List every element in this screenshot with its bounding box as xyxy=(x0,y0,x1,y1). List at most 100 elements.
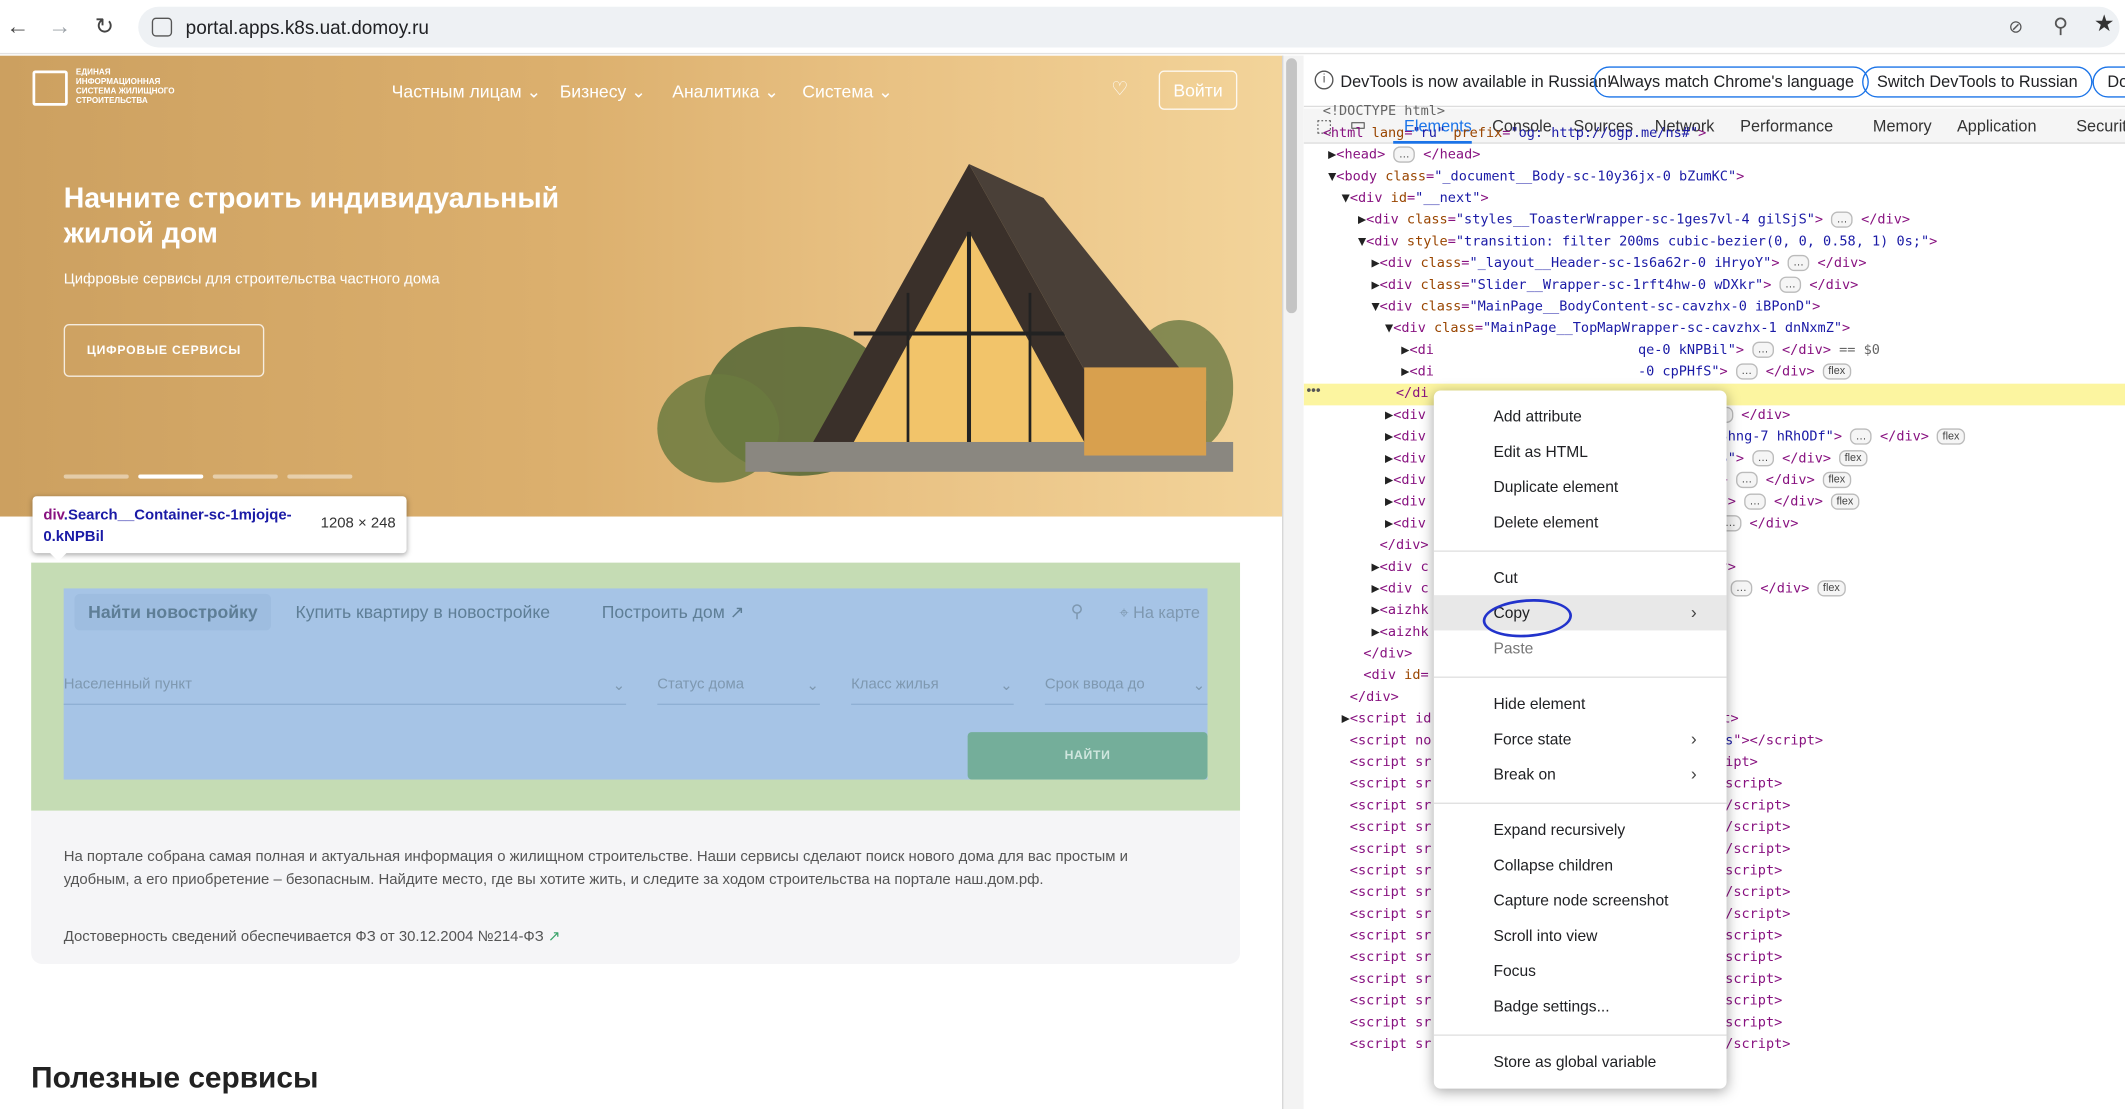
dom-node-row[interactable]: <html lang="ru" prefix="og: http://ogp.m… xyxy=(1304,123,2125,145)
info-text: На портале собрана самая полная и актуал… xyxy=(63,848,1128,889)
dom-node-row[interactable]: ▼<body class="_document__Body-sc-10y36jx… xyxy=(1304,167,2125,189)
dont-show-button[interactable]: Do xyxy=(2092,66,2125,98)
dom-node-row[interactable]: ▼<div class="MainPage__BodyContent-sc-ca… xyxy=(1304,297,2125,319)
filter-house-status[interactable]: Статус дома xyxy=(657,677,744,693)
slider-dot-active[interactable] xyxy=(138,474,204,479)
hero-banner: ЕДИНАЯ ИНФОРМАЦИОННАЯ СИСТЕМА ЖИЛИЩНОГО … xyxy=(0,55,1283,517)
info-icon: i xyxy=(1314,70,1334,90)
dom-node-row[interactable]: ▶<di -0 cpPHfS"> … </div> flex xyxy=(1304,362,2125,384)
menu-edit-as-html[interactable]: Edit as HTML xyxy=(1493,445,1587,461)
devtools-language-banner: i DevTools is now available in Russian! … xyxy=(1303,55,2125,108)
filter-housing-class[interactable]: Класс жилья xyxy=(851,677,939,693)
dom-node-row[interactable]: ▶<div class="Slider__Wrapper-sc-1rft4hw-… xyxy=(1304,275,2125,297)
chevron-right-icon: › xyxy=(1690,601,1697,623)
browser-toolbar: ← → ↻ portal.apps.k8s.uat.domoy.ru ⊘ ⚲ ★ xyxy=(0,0,2125,55)
page-scrollbar-thumb[interactable] xyxy=(1286,58,1297,314)
chevron-down-icon: ⌄ xyxy=(1192,677,1206,695)
menu-delete-element[interactable]: Delete element xyxy=(1493,515,1598,531)
menu-separator xyxy=(1433,802,1727,804)
context-menu: Add attribute Edit as HTML Duplicate ele… xyxy=(1433,390,1727,1089)
tooltip-selector: div.Search__Container-sc-1mjojqe-0.kNPBi… xyxy=(43,507,292,546)
search-icon[interactable]: ⚲ xyxy=(1071,601,1084,623)
zoom-icon[interactable]: ⚲ xyxy=(2053,14,2068,38)
match-language-button[interactable]: Always match Chrome's language xyxy=(1593,66,1869,98)
site-settings-icon[interactable] xyxy=(151,17,173,37)
banner-text: DevTools is now available in Russian! xyxy=(1340,71,1612,91)
tab-build-house[interactable]: Построить дом ↗ xyxy=(602,602,745,624)
chevron-down-icon: ⌄ xyxy=(612,677,626,695)
menu-separator xyxy=(1433,676,1727,678)
menu-capture-node-screenshot[interactable]: Capture node screenshot xyxy=(1493,893,1668,909)
menu-force-state[interactable]: Force state xyxy=(1493,732,1571,748)
dom-node-row[interactable]: ▼<div class="MainPage__TopMapWrapper-sc-… xyxy=(1304,319,2125,341)
back-arrow-icon[interactable]: ← xyxy=(3,12,33,42)
chevron-right-icon: › xyxy=(1690,728,1697,749)
services-heading: Полезные сервисы xyxy=(31,1060,319,1095)
element-tooltip: div.Search__Container-sc-1mjojqe-0.kNPBi… xyxy=(32,496,407,554)
menu-add-attribute[interactable]: Add attribute xyxy=(1493,409,1581,425)
menu-expand-recursively[interactable]: Expand recursively xyxy=(1493,823,1625,839)
address-bar[interactable]: portal.apps.k8s.uat.domoy.ru ⊘ ⚲ ★ xyxy=(138,6,2120,48)
tooltip-arrow xyxy=(48,551,68,562)
slider-dot[interactable] xyxy=(63,474,129,479)
menu-store-global-variable[interactable]: Store as global variable xyxy=(1493,1055,1656,1071)
menu-separator xyxy=(1433,1034,1727,1036)
nav-analytics[interactable]: Аналитика ⌄ xyxy=(672,81,779,103)
menu-paste[interactable]: Paste xyxy=(1493,641,1533,657)
menu-hide-element[interactable]: Hide element xyxy=(1493,697,1585,713)
forward-arrow-icon[interactable]: → xyxy=(45,12,75,42)
menu-duplicate-element[interactable]: Duplicate element xyxy=(1493,480,1618,496)
divider xyxy=(851,703,1014,705)
switch-language-button[interactable]: Switch DevTools to Russian xyxy=(1862,66,2093,98)
chevron-right-icon: › xyxy=(1690,763,1697,784)
filter-locality[interactable]: Населенный пункт xyxy=(64,677,192,693)
nav-private[interactable]: Частным лицам ⌄ xyxy=(392,81,542,103)
tooltip-size: 1208 × 248 xyxy=(320,515,396,532)
logo-mark-icon[interactable] xyxy=(32,70,68,106)
hero-subtitle: Цифровые сервисы для строительства частн… xyxy=(63,271,440,288)
divider xyxy=(1044,703,1208,705)
menu-collapse-children[interactable]: Collapse children xyxy=(1493,858,1613,874)
more-dots-icon[interactable]: ••• xyxy=(1306,384,1320,399)
slider-dot[interactable] xyxy=(212,474,278,479)
url-text[interactable]: portal.apps.k8s.uat.domoy.ru xyxy=(186,16,429,38)
tab-buy-apartment[interactable]: Купить квартиру в новостройке xyxy=(295,602,550,622)
filter-deadline[interactable]: Срок ввода до xyxy=(1045,677,1145,693)
menu-focus[interactable]: Focus xyxy=(1493,964,1535,980)
chevron-down-icon: ⌄ xyxy=(806,677,819,695)
digital-services-button[interactable]: ЦИФРОВЫЕ СЕРВИСЫ xyxy=(63,324,265,377)
menu-badge-settings[interactable]: Badge settings... xyxy=(1493,999,1609,1015)
dom-node-row[interactable]: ▶<di qe-0 kNPBil"> … </div> == $0 xyxy=(1304,340,2125,362)
dom-node-row[interactable]: ▶<div class="_layout__Header-sc-1s6a62r-… xyxy=(1304,254,2125,276)
login-button[interactable]: Войти xyxy=(1158,70,1238,110)
website-page: ЕДИНАЯ ИНФОРМАЦИОННАЯ СИСТЕМА ЖИЛИЩНОГО … xyxy=(0,55,1283,1109)
eye-off-icon[interactable]: ⊘ xyxy=(2008,16,2023,38)
divider xyxy=(657,703,820,705)
dom-node-row[interactable]: ▼<div id="__next"> xyxy=(1304,188,2125,210)
dom-node-row[interactable]: ▶<div class="styles__ToasterWrapper-sc-1… xyxy=(1304,210,2125,232)
hero-title: Начните строить индивидуальный жилой дом xyxy=(63,183,560,250)
logo-text[interactable]: ЕДИНАЯ ИНФОРМАЦИОННАЯ СИСТЕМА ЖИЛИЩНОГО … xyxy=(76,69,184,107)
divider xyxy=(63,703,627,705)
screenshot-root: ← → ↻ portal.apps.k8s.uat.domoy.ru ⊘ ⚲ ★… xyxy=(0,0,2125,1109)
law-link[interactable]: Достоверность сведений обеспечивается ФЗ… xyxy=(64,927,561,945)
tab-find-newbuilding[interactable]: Найти новостройку xyxy=(74,593,272,631)
menu-cut[interactable]: Cut xyxy=(1493,571,1517,587)
find-button[interactable]: НАЙТИ xyxy=(967,732,1208,780)
slider-dot[interactable] xyxy=(287,474,353,479)
bookmark-star-icon[interactable]: ★ xyxy=(2094,11,2115,38)
copy-hover-highlight xyxy=(1433,595,1727,631)
menu-separator xyxy=(1433,550,1727,552)
favorites-heart-icon[interactable]: ♡ xyxy=(1111,77,1128,100)
dom-node-row[interactable]: <!DOCTYPE html> xyxy=(1304,102,2125,124)
nav-system[interactable]: Система ⌄ xyxy=(802,81,893,103)
reload-icon[interactable]: ↻ xyxy=(89,12,119,42)
nav-business[interactable]: Бизнесу ⌄ xyxy=(560,81,646,103)
dom-node-row[interactable]: ▼<div style="transition: filter 200ms cu… xyxy=(1304,232,2125,254)
info-card: На портале собрана самая полная и актуал… xyxy=(31,810,1241,964)
map-link[interactable]: ⌖ На карте xyxy=(1119,603,1200,623)
house-illustration xyxy=(657,164,1234,483)
menu-scroll-into-view[interactable]: Scroll into view xyxy=(1493,929,1597,945)
dom-node-row[interactable]: ▶<head> … </head> xyxy=(1304,145,2125,167)
menu-break-on[interactable]: Break on xyxy=(1493,767,1555,783)
